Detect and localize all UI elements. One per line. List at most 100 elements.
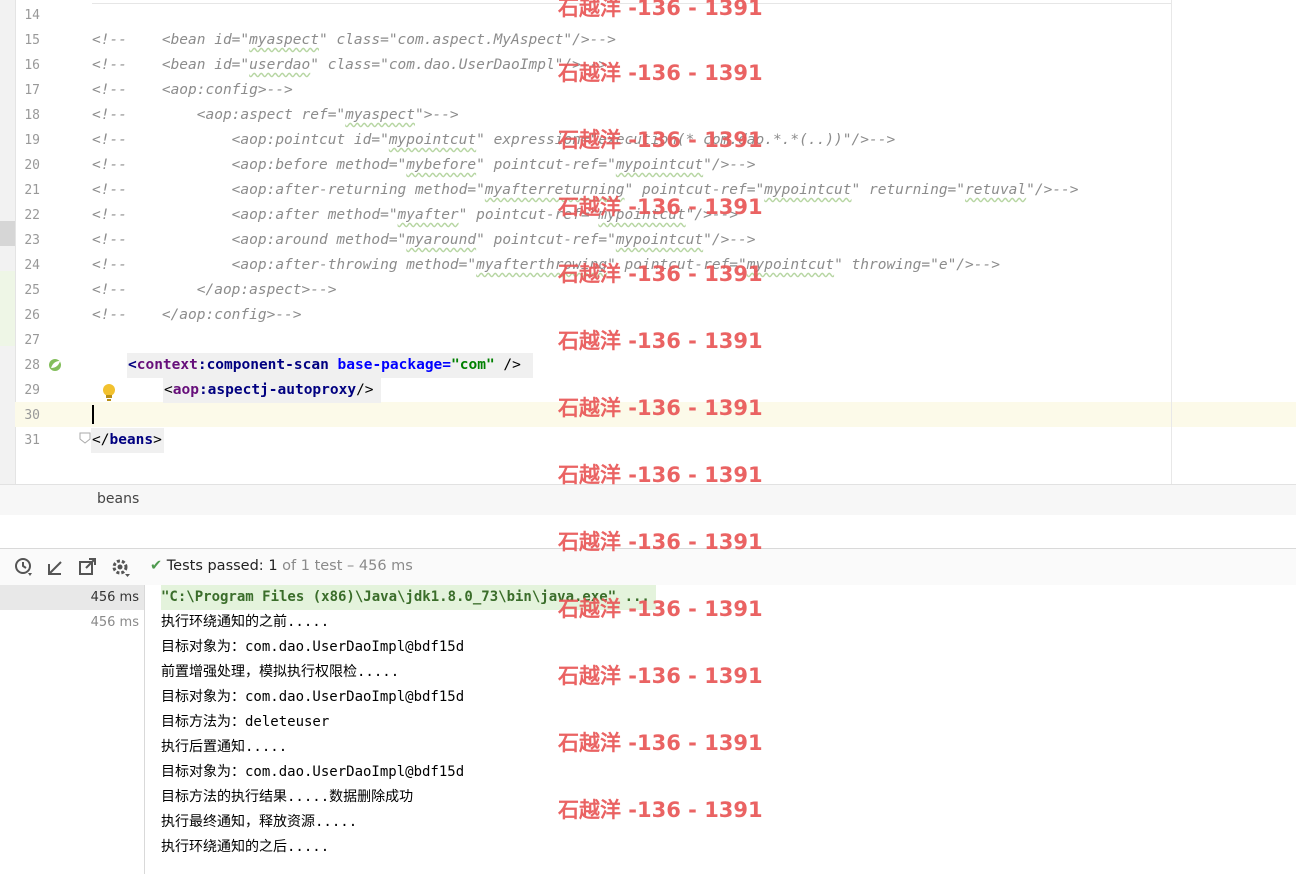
- import-tests-icon[interactable]: [45, 556, 67, 578]
- console-line: 执行环绕通知的之后.....: [161, 839, 330, 855]
- code-line-component-scan: <context:component-scan base-package="co…: [128, 353, 521, 378]
- breadcrumb-item-beans[interactable]: beans: [97, 491, 139, 507]
- status-count: 1: [268, 558, 278, 574]
- settings-gear-icon[interactable]: [110, 556, 132, 578]
- line-number: 14: [24, 8, 40, 23]
- tag-name: component-scan: [206, 357, 329, 373]
- current-line-highlight: [84, 402, 1296, 427]
- code-text: <bean id=": [126, 57, 250, 73]
- line-number: 25: [24, 283, 40, 298]
- gutter-change-marker: [0, 271, 15, 346]
- line-number: 21: [24, 183, 40, 198]
- test-tree-row[interactable]: 456 ms: [0, 585, 144, 610]
- code-text: " pointcut-ref=": [607, 257, 747, 273]
- code-value: myaspect: [345, 107, 416, 123]
- console-line: 执行后置通知.....: [161, 739, 288, 755]
- code-line: <!-- <aop:after method="myafter" pointcu…: [92, 203, 738, 228]
- code-text: "/>-->: [703, 157, 756, 173]
- code-text: " returning=": [851, 182, 966, 198]
- code-value: mypointcut: [388, 132, 477, 148]
- gutter-change-marker: [0, 221, 15, 246]
- code-text: <aop:after-throwing method=": [126, 257, 477, 273]
- tag-bracket: >: [153, 432, 162, 448]
- export-tests-icon[interactable]: [77, 556, 99, 578]
- tag-bracket: <: [164, 382, 173, 398]
- comment-prefix: <!--: [92, 207, 127, 223]
- code-value: mypointcut: [746, 257, 835, 273]
- code-value: mypointcut: [615, 157, 704, 173]
- code-text: <aop:around method=": [126, 232, 407, 248]
- test-status: ✔ Tests passed: 1 of 1 test – 456 ms: [150, 558, 413, 574]
- code-text: </aop:config>-->: [126, 307, 302, 323]
- code-value: mypointcut: [764, 182, 852, 198]
- comment-prefix: <!--: [92, 282, 127, 298]
- code-text: " class="com.dao.UserDaoImpl"/>-->: [310, 57, 608, 73]
- comment-prefix: <!--: [92, 307, 127, 323]
- code-value: myafter: [397, 207, 459, 223]
- test-tree-row[interactable]: 456 ms: [0, 610, 144, 635]
- console-line: 执行环绕通知的之前.....: [161, 614, 330, 630]
- panel-gap: [0, 515, 1296, 548]
- check-icon: ✔: [150, 558, 163, 574]
- console-line: 前置增强处理，模拟执行权限检.....: [161, 664, 400, 680]
- code-line: <!-- <bean id="myaspect" class="com.aspe…: [92, 28, 616, 53]
- line-number: 19: [24, 133, 40, 148]
- gutter-strip: [0, 0, 16, 484]
- attribute-equals: =: [442, 357, 452, 373]
- run-toolbar: ✔ Tests passed: 1 of 1 test – 456 ms: [0, 548, 1296, 586]
- code-text: <aop:after-returning method=": [126, 182, 485, 198]
- comment-prefix: <!--: [92, 257, 127, 273]
- tag-colon: :: [198, 382, 208, 398]
- status-detail: of 1 test – 456 ms: [282, 558, 413, 574]
- code-line: <!-- <aop:after-returning method="myafte…: [92, 178, 1079, 203]
- tag-bracket: />: [494, 357, 521, 373]
- console-line: 目标方法为：deleteuser: [161, 714, 330, 730]
- console-line: 目标对象为：com.dao.UserDaoImpl@bdf15d: [161, 689, 465, 705]
- code-text: " class="com.aspect.MyAspect"/>-->: [318, 32, 616, 48]
- console-line: 目标对象为：com.dao.UserDaoImpl@bdf15d: [161, 764, 465, 780]
- history-icon[interactable]: [13, 556, 35, 578]
- line-number: 23: [24, 233, 40, 248]
- code-text: <aop:pointcut id=": [126, 132, 389, 148]
- lightbulb-icon[interactable]: [101, 382, 117, 402]
- code-text: " expression="execution(* com.dao.*.*(..…: [476, 132, 896, 148]
- fold-marker-icon[interactable]: [79, 432, 91, 444]
- code-text: "/>-->: [1026, 182, 1079, 198]
- attribute-name: base-package: [337, 357, 443, 373]
- line-number: 29: [24, 383, 40, 398]
- code-text: "/>-->: [703, 232, 756, 248]
- console-line: 执行最终通知，释放资源.....: [161, 814, 358, 830]
- line-number: 30: [24, 408, 40, 423]
- test-duration: 456 ms: [90, 615, 139, 630]
- breadcrumb: beans: [0, 484, 1296, 516]
- comment-prefix: <!--: [92, 132, 127, 148]
- tag-bracket: <: [128, 357, 137, 373]
- code-line: <!-- <aop:around method="myaround" point…: [92, 228, 756, 253]
- text-caret: [92, 405, 94, 424]
- tag-name: beans: [109, 432, 154, 448]
- tag-colon: :: [197, 357, 207, 373]
- code-text: " pointcut-ref=": [624, 182, 765, 198]
- code-line: <!-- <aop:aspect ref="myaspect">-->: [92, 103, 459, 128]
- console-command-line[interactable]: "C:\Program Files (x86)\Java\jdk1.8.0_73…: [161, 585, 656, 610]
- line-number: 15: [24, 33, 40, 48]
- code-text: <aop:before method=": [126, 157, 407, 173]
- console-line: 目标对象为：com.dao.UserDaoImpl@bdf15d: [161, 639, 465, 655]
- comment-prefix: <!--: [92, 107, 127, 123]
- code-value: retuval: [965, 182, 1027, 198]
- code-value: myafterreturning: [484, 182, 625, 198]
- right-margin-guide: [1171, 0, 1172, 484]
- code-value: mybefore: [406, 157, 477, 173]
- code-line: <!-- </aop:aspect>-->: [92, 278, 336, 303]
- code-editor[interactable]: 14 15 16 17 18 19 20 21 22 23 24 25 26 2…: [0, 0, 1296, 484]
- line-number: 20: [24, 158, 40, 173]
- console-output[interactable]: "C:\Program Files (x86)\Java\jdk1.8.0_73…: [145, 585, 1296, 874]
- code-text: " pointcut-ref=": [476, 157, 616, 173]
- code-text: " pointcut-ref=": [476, 232, 616, 248]
- code-value: mypointcut: [615, 232, 704, 248]
- line-number: 26: [24, 308, 40, 323]
- spring-bean-icon[interactable]: [47, 357, 63, 373]
- comment-prefix: <!--: [92, 32, 127, 48]
- code-text: <aop:config>-->: [126, 82, 293, 98]
